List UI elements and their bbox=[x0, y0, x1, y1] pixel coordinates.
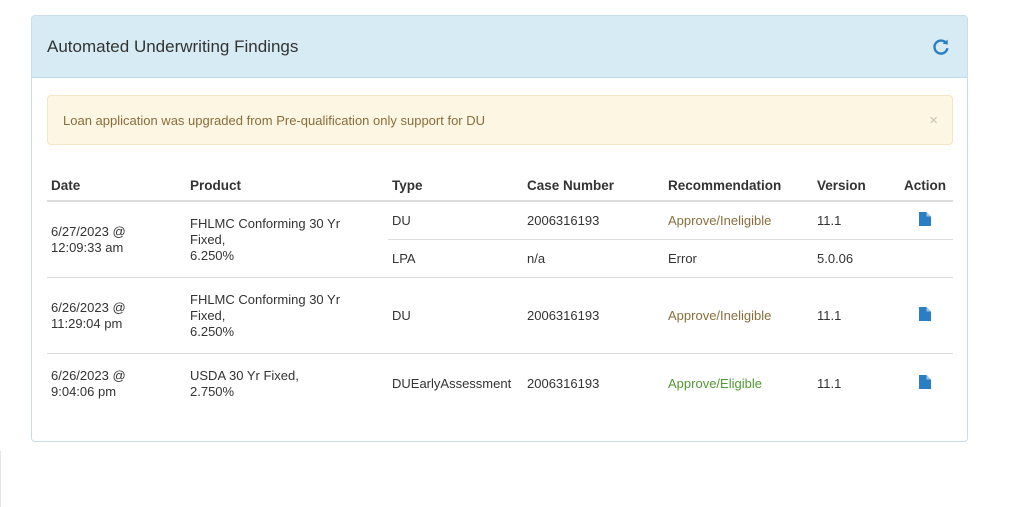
column-header-case-number: Case Number bbox=[523, 171, 664, 202]
version-cell: 11.1 bbox=[817, 212, 842, 228]
type-cell: LPA bbox=[388, 239, 523, 278]
findings-table: Date Product Type Case Number Recommenda… bbox=[47, 171, 953, 413]
document-icon[interactable] bbox=[919, 374, 931, 389]
upgrade-alert: Loan application was upgraded from Pre-q… bbox=[47, 95, 953, 145]
action-cell bbox=[897, 277, 953, 354]
product-cell: FHLMC Conforming 30 Yr Fixed, 6.250% bbox=[186, 201, 388, 278]
action-cell bbox=[897, 239, 953, 278]
type-cell: DUEarlyAssessment bbox=[388, 353, 523, 413]
version-cell: 5.0.06 bbox=[813, 239, 897, 278]
table-row: 6/27/2023 @ 12:09:33 am FHLMC Conforming… bbox=[47, 201, 953, 263]
case-number-cell: n/a bbox=[523, 239, 664, 278]
table-row: 6/26/2023 @ 9:04:06 pm USDA 30 Yr Fixed,… bbox=[47, 353, 953, 413]
column-header-version: Version bbox=[813, 171, 897, 202]
refresh-icon[interactable] bbox=[931, 37, 951, 57]
panel-title: Automated Underwriting Findings bbox=[47, 36, 299, 56]
aus-findings-panel: Automated Underwriting Findings Loan app… bbox=[31, 15, 968, 442]
product-name: FHLMC Conforming 30 Yr Fixed, bbox=[190, 215, 341, 247]
column-header-recommendation: Recommendation bbox=[664, 171, 813, 202]
left-edge-divider bbox=[0, 451, 1, 507]
type-cell: DU bbox=[388, 277, 523, 354]
column-header-date: Date bbox=[47, 171, 186, 202]
date-cell: 6/27/2023 @ 12:09:33 am bbox=[47, 201, 186, 278]
column-header-product: Product bbox=[186, 171, 388, 202]
table-row: 6/26/2023 @ 11:29:04 pm FHLMC Conforming… bbox=[47, 277, 953, 354]
product-cell: FHLMC Conforming 30 Yr Fixed, 6.250% bbox=[186, 277, 388, 354]
recommendation-cell: Approve/Eligible bbox=[664, 353, 813, 413]
product-name: USDA 30 Yr Fixed, bbox=[190, 367, 299, 383]
product-name: FHLMC Conforming 30 Yr Fixed, bbox=[190, 291, 341, 323]
column-header-action: Action bbox=[897, 171, 953, 202]
recommendation-cell: Approve/Ineligible bbox=[668, 212, 772, 228]
alert-message: Loan application was upgraded from Pre-q… bbox=[63, 112, 486, 128]
recommendation-cell: Approve/Ineligible bbox=[664, 277, 813, 354]
case-number-cell: 2006316193 bbox=[527, 212, 600, 228]
alert-close-button[interactable]: × bbox=[929, 113, 938, 128]
document-icon[interactable] bbox=[919, 306, 931, 321]
panel-header: Automated Underwriting Findings bbox=[32, 16, 967, 78]
document-icon[interactable] bbox=[919, 211, 931, 226]
type-cell: DU bbox=[392, 212, 411, 228]
version-cell: 11.1 bbox=[813, 353, 897, 413]
product-rate: 6.250% bbox=[190, 247, 235, 263]
case-number-cell: 2006316193 bbox=[523, 353, 664, 413]
case-number-cell: 2006316193 bbox=[523, 277, 664, 354]
recommendation-cell: Error bbox=[664, 239, 813, 278]
run-date: 6/27/2023 @ 12:09:33 am bbox=[51, 223, 126, 255]
date-cell: 6/26/2023 @ 11:29:04 pm bbox=[47, 277, 186, 354]
column-header-type: Type bbox=[388, 171, 523, 202]
product-rate: 6.250% bbox=[190, 323, 235, 339]
action-cell bbox=[897, 201, 953, 240]
product-cell: USDA 30 Yr Fixed, 2.750% bbox=[186, 353, 388, 413]
table-header-row: Date Product Type Case Number Recommenda… bbox=[47, 171, 953, 202]
date-cell: 6/26/2023 @ 9:04:06 pm bbox=[47, 353, 186, 413]
run-date: 6/26/2023 @ 9:04:06 pm bbox=[51, 367, 126, 399]
product-rate: 2.750% bbox=[190, 383, 235, 399]
version-cell: 11.1 bbox=[813, 277, 897, 354]
run-date: 6/26/2023 @ 11:29:04 pm bbox=[51, 299, 126, 331]
action-cell bbox=[897, 353, 953, 413]
